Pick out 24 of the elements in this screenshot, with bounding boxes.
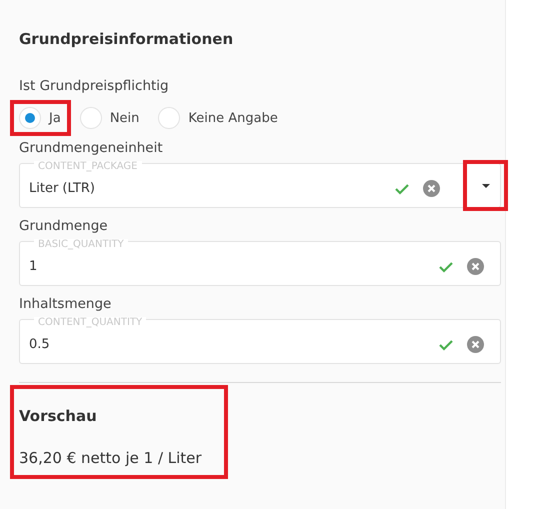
radio-label: Nein <box>110 110 140 126</box>
field-value: 0.5 <box>29 337 51 352</box>
radio-label: Ja <box>49 110 61 126</box>
caret-icon <box>482 184 490 188</box>
checkmark-icon <box>439 260 453 272</box>
field-value: Liter (LTR) <box>29 181 96 196</box>
checkmark-icon <box>439 338 453 350</box>
clear-icon[interactable] <box>467 258 484 275</box>
checkmark-icon <box>395 182 409 194</box>
radio-circle[interactable] <box>19 107 41 129</box>
field-label: Grundmengeneinheit <box>19 140 164 156</box>
section-title: Grundpreisinformationen <box>19 30 234 48</box>
clear-icon[interactable] <box>423 180 440 197</box>
clear-icon[interactable] <box>467 336 484 353</box>
preview-title: Vorschau <box>19 407 98 425</box>
field-label: Inhaltsmenge <box>19 296 112 312</box>
radio-circle[interactable] <box>80 107 102 129</box>
field-value: 1 <box>29 259 38 274</box>
dropdown-button[interactable] <box>463 160 508 211</box>
radio-label: Keine Angabe <box>188 110 278 126</box>
radio-circle[interactable] <box>158 107 180 129</box>
field-label: Ist Grundpreispflichtig <box>19 78 170 94</box>
field-label: Grundmenge <box>19 218 109 234</box>
preview-price: 36,20 € netto je 1 / Liter <box>19 449 203 467</box>
